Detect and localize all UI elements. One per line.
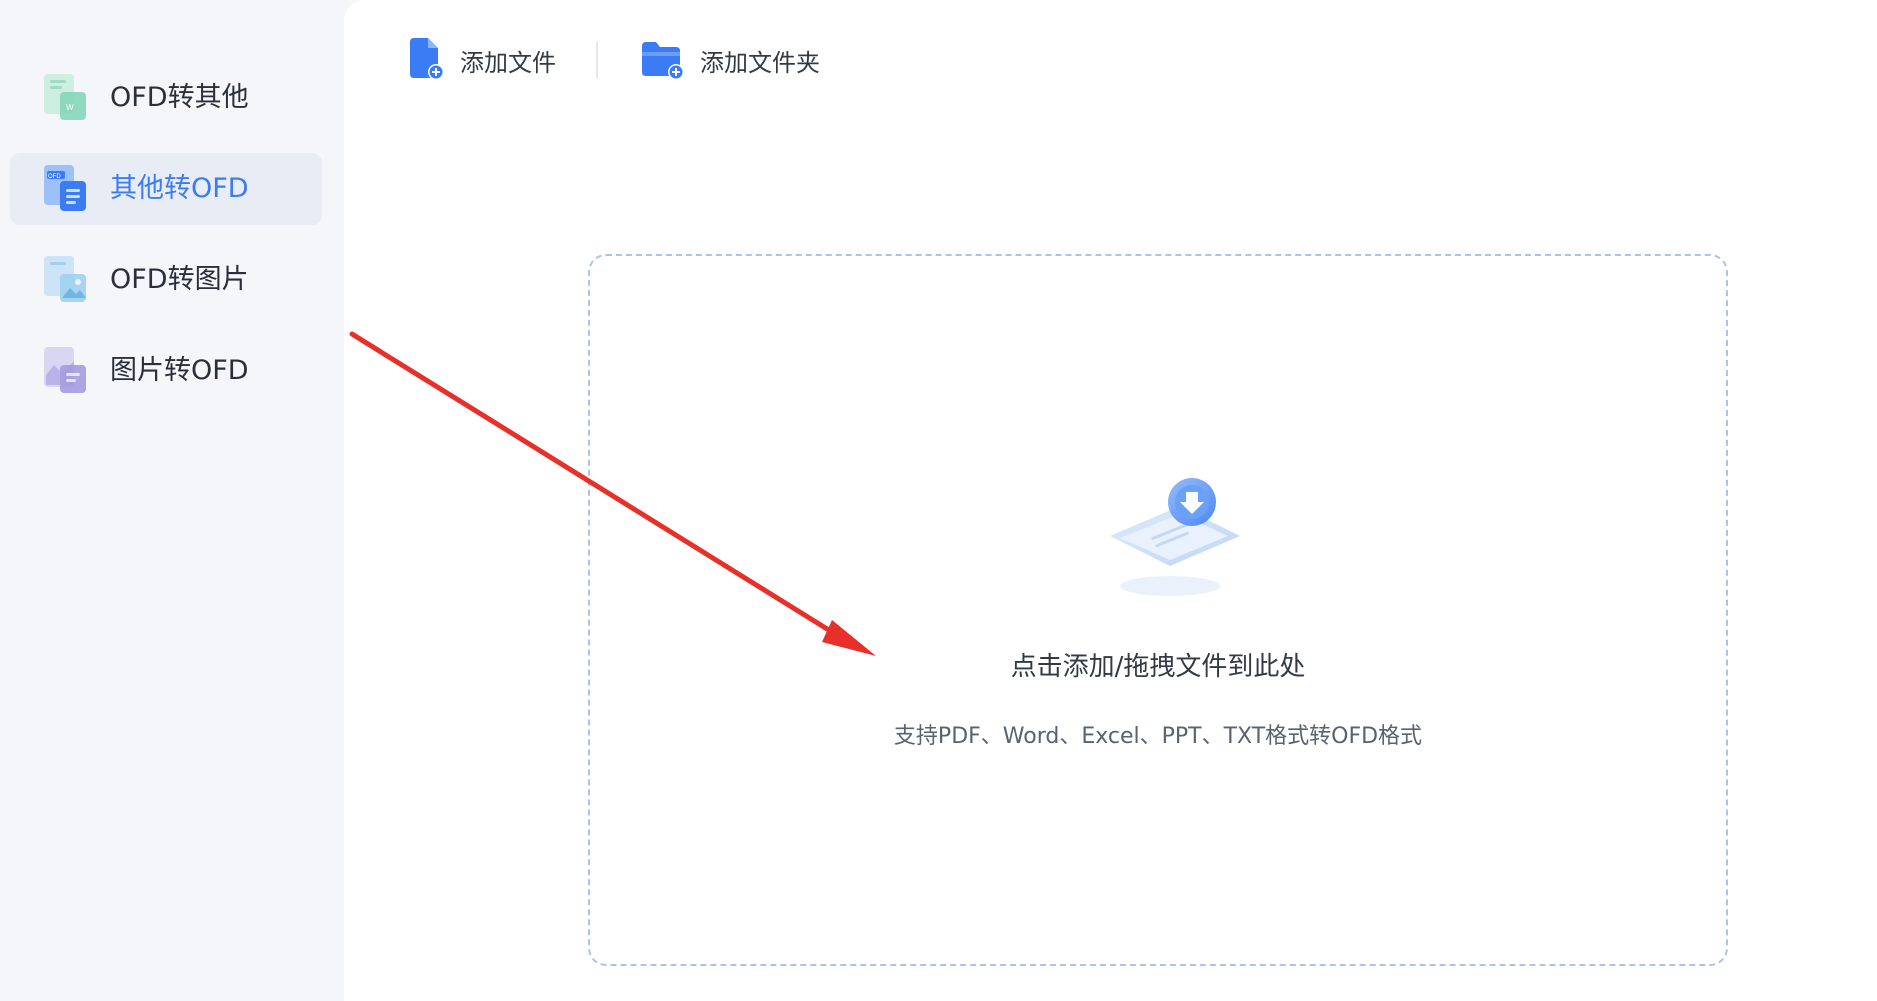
sidebar-item-label: 图片转OFD xyxy=(110,355,249,386)
sidebar-item-other-to-ofd[interactable]: OFD 其他转OFD xyxy=(10,153,322,225)
add-file-button[interactable]: 添加文件 xyxy=(406,34,556,86)
sidebar-item-ofd-to-other[interactable]: W OFD转其他 xyxy=(10,62,322,134)
file-drop-zone[interactable]: 点击添加/拖拽文件到此处 支持PDF、Word、Excel、PPT、TXT格式转… xyxy=(588,254,1728,966)
ofd-to-image-icon xyxy=(44,256,86,302)
main-panel: 添加文件 添加文件夹 点击添加/拖拽文件到此处 支持PDF、Word、Excel… xyxy=(344,0,1877,1001)
drop-zone-subtitle: 支持PDF、Word、Excel、PPT、TXT格式转OFD格式 xyxy=(893,724,1423,749)
svg-text:W: W xyxy=(66,103,74,112)
add-file-label: 添加文件 xyxy=(460,48,556,77)
sidebar-item-label: OFD转图片 xyxy=(110,264,249,295)
toolbar-divider xyxy=(596,42,598,78)
add-folder-icon xyxy=(642,42,684,80)
add-file-icon xyxy=(410,38,444,80)
image-to-ofd-icon xyxy=(44,347,86,393)
toolbar: 添加文件 添加文件夹 xyxy=(344,0,1877,120)
drop-zone-title: 点击添加/拖拽文件到此处 xyxy=(1010,652,1306,682)
sidebar-item-image-to-ofd[interactable]: 图片转OFD xyxy=(10,335,322,407)
sidebar: W OFD转其他 OFD 其他转OFD OFD转图片 图片转OFD xyxy=(0,0,344,1001)
ofd-to-other-icon: W xyxy=(44,74,86,120)
sidebar-item-label: 其他转OFD xyxy=(110,173,249,204)
add-folder-button[interactable]: 添加文件夹 xyxy=(640,34,820,86)
other-to-ofd-icon: OFD xyxy=(44,165,86,211)
svg-text:OFD: OFD xyxy=(48,174,61,180)
sidebar-item-ofd-to-image[interactable]: OFD转图片 xyxy=(10,244,322,316)
app-window: W OFD转其他 OFD 其他转OFD OFD转图片 图片转OFD 添加文件 添… xyxy=(0,0,1877,1001)
sidebar-item-label: OFD转其他 xyxy=(110,82,249,113)
upload-download-icon xyxy=(1110,478,1240,596)
add-folder-label: 添加文件夹 xyxy=(700,48,820,77)
